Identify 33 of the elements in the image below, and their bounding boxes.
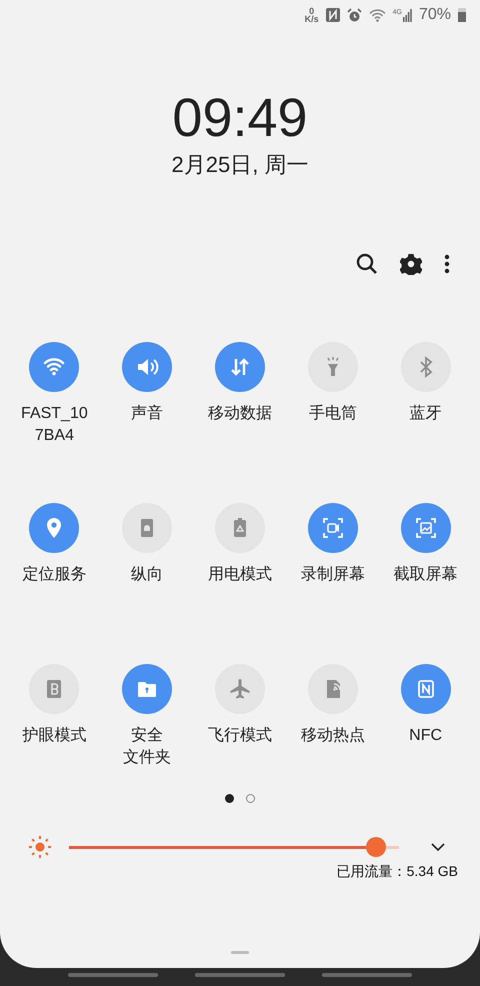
toggle-label: 定位服务 xyxy=(22,564,86,585)
chevron-down-icon[interactable] xyxy=(431,842,445,852)
wifi-icon xyxy=(368,8,386,22)
quick-toggle[interactable] xyxy=(214,342,265,392)
brightness-slider[interactable] xyxy=(69,836,399,858)
toggle-label: FAST_10 7BA4 xyxy=(21,404,88,446)
toggle-label: 纵向 xyxy=(131,565,164,585)
brightness-icon xyxy=(28,835,52,859)
toggle-label: 护眼模式 xyxy=(22,726,86,746)
toggle-label: 飞行模式 xyxy=(208,726,272,746)
more-options-icon[interactable] xyxy=(444,254,450,274)
toggle-label: NFC xyxy=(409,726,442,746)
toggle-label: 安全 文件夹 xyxy=(123,726,172,768)
battery-percentage: 70% xyxy=(418,5,451,25)
toggle-label: 用电模式 xyxy=(208,564,272,585)
battery-icon xyxy=(458,8,466,22)
signal-icon xyxy=(402,8,412,22)
clock-time: 09:49 xyxy=(172,87,308,150)
search-icon[interactable] xyxy=(356,253,378,275)
data-usage-text: 已用流量：5.34 GB xyxy=(336,862,458,881)
toggle-label: 声音 xyxy=(131,404,164,424)
toggle-label: 截取屏幕 xyxy=(394,564,458,585)
toggle-label: 手电筒 xyxy=(308,404,357,424)
drag-handle[interactable] xyxy=(231,951,249,954)
toggle-label: 录制屏幕 xyxy=(300,564,365,585)
settings-icon[interactable] xyxy=(400,253,422,275)
toggle-label: 移动热点 xyxy=(300,726,365,746)
network-speed: 0 K/s xyxy=(304,7,319,23)
toggle-label: 蓝牙 xyxy=(410,404,442,424)
alarm-icon xyxy=(346,8,362,22)
nfc-icon xyxy=(326,8,340,22)
clock-date: 2月25日, 周一 xyxy=(172,151,308,179)
toggle-label: 移动数据 xyxy=(208,404,272,424)
